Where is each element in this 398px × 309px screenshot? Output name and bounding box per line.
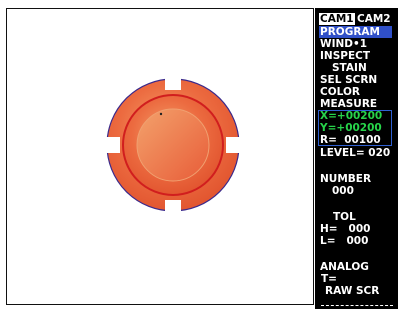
sel-scrn-menu-item[interactable]: SEL SCRN	[320, 74, 377, 87]
wind-menu-item[interactable]: WIND•1	[320, 38, 367, 51]
cam2-button[interactable]: CAM2	[356, 13, 392, 25]
tol-l-value[interactable]: L= 000	[320, 235, 368, 248]
level-value[interactable]: LEVEL= 020	[320, 147, 390, 160]
tol-h-value[interactable]: H= 000	[320, 223, 370, 236]
camera-view	[6, 8, 314, 305]
notch-top	[165, 78, 181, 90]
tol-label: TOL	[333, 211, 356, 223]
cam1-button[interactable]: CAM1	[319, 13, 355, 25]
stain-menu-item[interactable]: STAIN	[332, 62, 367, 75]
control-panel: CAM1 CAM2 PROGRAM WIND•1 INSPECT STAIN S…	[315, 8, 398, 309]
raw-scr-menu-item[interactable]: RAW SCR	[325, 285, 379, 298]
x-coordinate[interactable]: X=+00200	[320, 110, 382, 123]
program-menu-item[interactable]: PROGRAM	[319, 26, 392, 38]
divider	[321, 305, 393, 306]
y-coordinate[interactable]: Y=+00200	[320, 122, 382, 135]
notch-bottom	[165, 200, 181, 212]
number-value[interactable]: 000	[332, 185, 354, 198]
inspect-menu-item[interactable]: INSPECT	[320, 50, 370, 63]
notch-left	[106, 137, 120, 153]
radius-value[interactable]: R= 00100	[320, 134, 381, 147]
analog-menu-item[interactable]: ANALOG	[320, 261, 369, 274]
t-value[interactable]: T=	[321, 273, 337, 286]
number-label: NUMBER	[320, 173, 372, 185]
inspection-point	[159, 112, 163, 116]
inspection-target	[106, 78, 240, 212]
screen-frame: CAM1 CAM2 PROGRAM WIND•1 INSPECT STAIN S…	[0, 0, 398, 309]
color-menu-item[interactable]: COLOR	[320, 86, 360, 99]
inner-disc	[136, 108, 210, 182]
notch-right	[226, 137, 240, 153]
measure-menu-item[interactable]: MEASURE	[320, 98, 377, 111]
